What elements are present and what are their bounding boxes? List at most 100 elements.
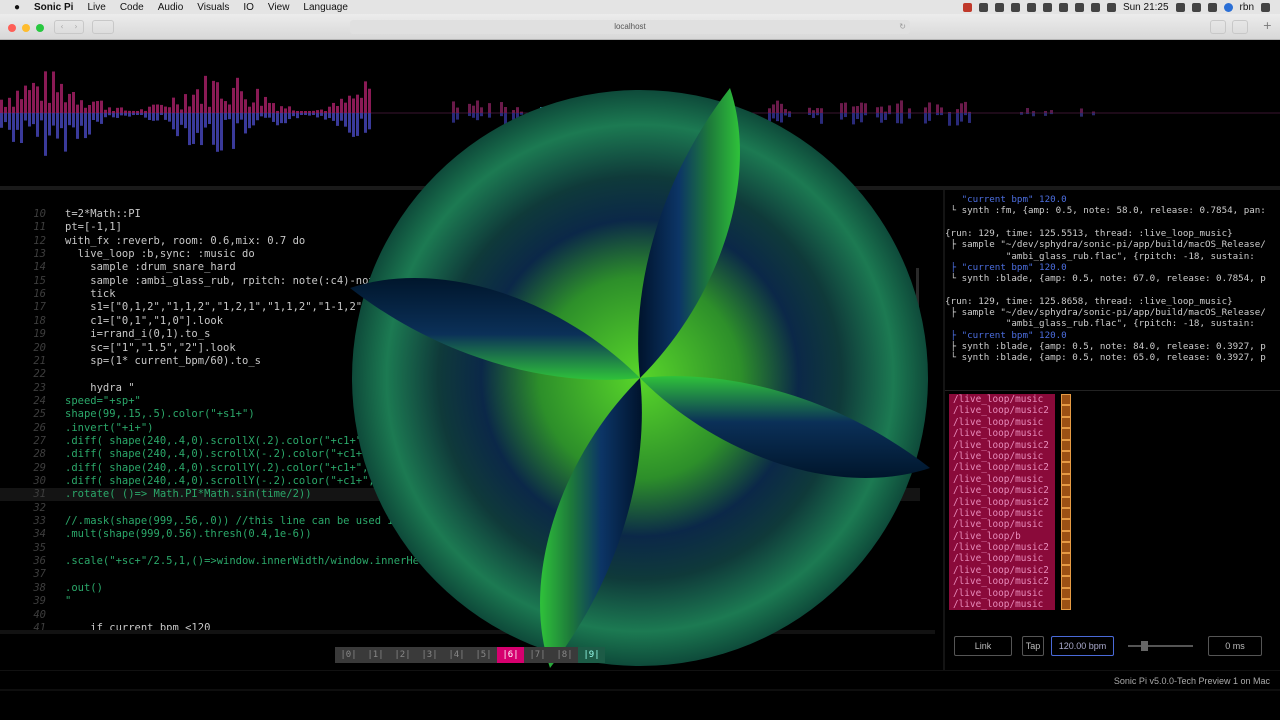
cue-item[interactable]: /live_loop/music — [949, 507, 1055, 520]
search-icon[interactable] — [1191, 2, 1201, 12]
scope-bar — [44, 71, 47, 113]
sidebar-toggle-button[interactable] — [92, 20, 114, 34]
screen-record-icon[interactable] — [962, 2, 972, 12]
cue-list[interactable]: /live_loop/music/live_loop/music2/live_l… — [949, 394, 1055, 611]
code-text: t=2*Math::PI — [65, 208, 141, 220]
clock[interactable]: Sun 21:25 — [1123, 2, 1169, 13]
menu-code[interactable]: Code — [120, 2, 144, 13]
buffer-tab-3[interactable]: |3| — [416, 647, 443, 663]
scope-bar — [300, 111, 303, 113]
cue-marker — [1061, 553, 1071, 565]
cue-item[interactable]: /live_loop/music2 — [949, 405, 1055, 417]
shield-icon[interactable] — [1026, 2, 1036, 12]
scope-bar — [956, 113, 959, 126]
link-button[interactable]: Link — [954, 636, 1012, 656]
volume-icon[interactable] — [1207, 2, 1217, 12]
menu-view[interactable]: View — [268, 2, 290, 13]
cue-item[interactable]: /live_loop/music — [949, 587, 1055, 600]
buffer-tab-5[interactable]: |5| — [470, 647, 497, 663]
buffer-tab-1[interactable]: |1| — [362, 647, 389, 663]
close-window-button[interactable] — [8, 24, 16, 32]
lock-icon[interactable] — [1090, 2, 1100, 12]
cue-item[interactable]: /live_loop/music — [949, 473, 1055, 486]
cue-item[interactable]: /live_loop/music2 — [949, 496, 1055, 508]
latency-field[interactable]: 0 ms — [1208, 636, 1262, 656]
code-text: pt=[-1,1] — [65, 221, 122, 234]
address-bar[interactable]: localhost ↻ — [350, 20, 910, 34]
share-button[interactable] — [1210, 20, 1226, 34]
cue-item[interactable]: /live_loop/music — [949, 553, 1055, 565]
screenshot-icon[interactable] — [994, 2, 1004, 12]
key-icon[interactable] — [1042, 2, 1052, 12]
cue-item[interactable]: /live_loop/music2 — [949, 542, 1055, 554]
grid-icon[interactable] — [978, 2, 988, 12]
menu-language[interactable]: Language — [303, 2, 348, 13]
line-number: 40 — [33, 608, 46, 621]
new-tab-icon[interactable]: + — [1263, 19, 1272, 32]
log-panel[interactable]: "current bpm" 120.0 └ synth :fm, {amp: 0… — [945, 190, 1280, 385]
latency-slider-thumb[interactable] — [1141, 641, 1148, 651]
user-avatar-icon[interactable] — [1223, 2, 1233, 12]
menu-visuals[interactable]: Visuals — [197, 2, 229, 13]
menu-sonic-pi[interactable]: Sonic Pi — [34, 2, 73, 13]
menu-io[interactable]: IO — [243, 2, 254, 13]
scope-bar — [172, 113, 175, 130]
buffer-tab-8[interactable]: |8| — [551, 647, 578, 663]
buffer-tab-9[interactable]: |9| — [578, 647, 605, 663]
line-number: 11 — [33, 221, 46, 234]
minimize-window-button[interactable] — [22, 24, 30, 32]
maximize-window-button[interactable] — [36, 24, 44, 32]
cue-item[interactable]: /live_loop/music2 — [949, 564, 1055, 577]
scope-bar — [68, 93, 71, 113]
user-name[interactable]: rbn — [1240, 2, 1254, 13]
scope-bar — [56, 113, 59, 139]
cue-item[interactable]: /live_loop/music2 — [949, 462, 1055, 474]
latency-slider-track[interactable] — [1128, 645, 1193, 647]
cue-item[interactable]: /live_loop/music — [949, 450, 1055, 463]
cue-item[interactable]: /live_loop/music — [949, 394, 1055, 406]
reload-icon[interactable]: ↻ — [899, 20, 906, 34]
cue-item[interactable]: /live_loop/music — [949, 599, 1055, 611]
scope-bar — [292, 110, 295, 113]
scope-bar — [108, 107, 111, 113]
line-number: 25 — [33, 408, 46, 421]
cue-item[interactable]: /live_loop/b — [949, 530, 1055, 543]
scope-bar — [228, 113, 231, 120]
scope-bar — [104, 109, 107, 113]
scope-bar — [124, 113, 127, 116]
notification-icon[interactable] — [1175, 2, 1185, 12]
control-center-icon[interactable] — [1261, 2, 1270, 12]
cue-item[interactable]: /live_loop/music2 — [949, 576, 1055, 588]
apple-menu-icon[interactable]: ● — [14, 2, 26, 13]
buffer-tab-0[interactable]: |0| — [335, 647, 362, 663]
bpm-field[interactable]: 120.00 bpm — [1051, 636, 1114, 656]
scope-bar — [116, 107, 119, 113]
back-icon[interactable]: ‹ — [55, 21, 69, 33]
buffer-tab-7[interactable]: |7| — [524, 647, 551, 663]
code-text: with_fx :reverb, room: 0.6,mix: 0.7 do — [65, 234, 306, 247]
cloud-icon[interactable] — [1074, 2, 1084, 12]
scope-bar — [936, 113, 939, 116]
scope-bar — [296, 113, 299, 119]
menu-audio[interactable]: Audio — [158, 2, 184, 13]
cue-item[interactable]: /live_loop/music — [949, 416, 1055, 429]
log-entry: ├ sample "~/dev/sphydra/sonic-pi/app/bui… — [945, 239, 1266, 251]
edit-icon[interactable] — [1058, 2, 1068, 12]
tabs-overview-button[interactable] — [1232, 20, 1248, 34]
forward-icon[interactable]: › — [69, 21, 83, 33]
document-icon[interactable] — [1010, 2, 1020, 12]
tap-button[interactable]: Tap — [1022, 636, 1044, 656]
scope-bar — [144, 113, 147, 118]
menu-live[interactable]: Live — [87, 2, 105, 13]
cue-item[interactable]: /live_loop/music — [949, 428, 1055, 440]
wifi-icon[interactable] — [1106, 2, 1116, 12]
cue-item[interactable]: /live_loop/music2 — [949, 439, 1055, 451]
scope-bar — [1032, 111, 1035, 113]
cue-item[interactable]: /live_loop/music — [949, 519, 1055, 531]
cue-item[interactable]: /live_loop/music2 — [949, 485, 1055, 497]
buffer-tab-4[interactable]: |4| — [443, 647, 470, 663]
buffer-tab-6[interactable]: |6| — [497, 647, 524, 663]
buffer-tab-2[interactable]: |2| — [389, 647, 416, 663]
scope-bar — [324, 111, 327, 113]
scope-bar — [52, 71, 55, 113]
